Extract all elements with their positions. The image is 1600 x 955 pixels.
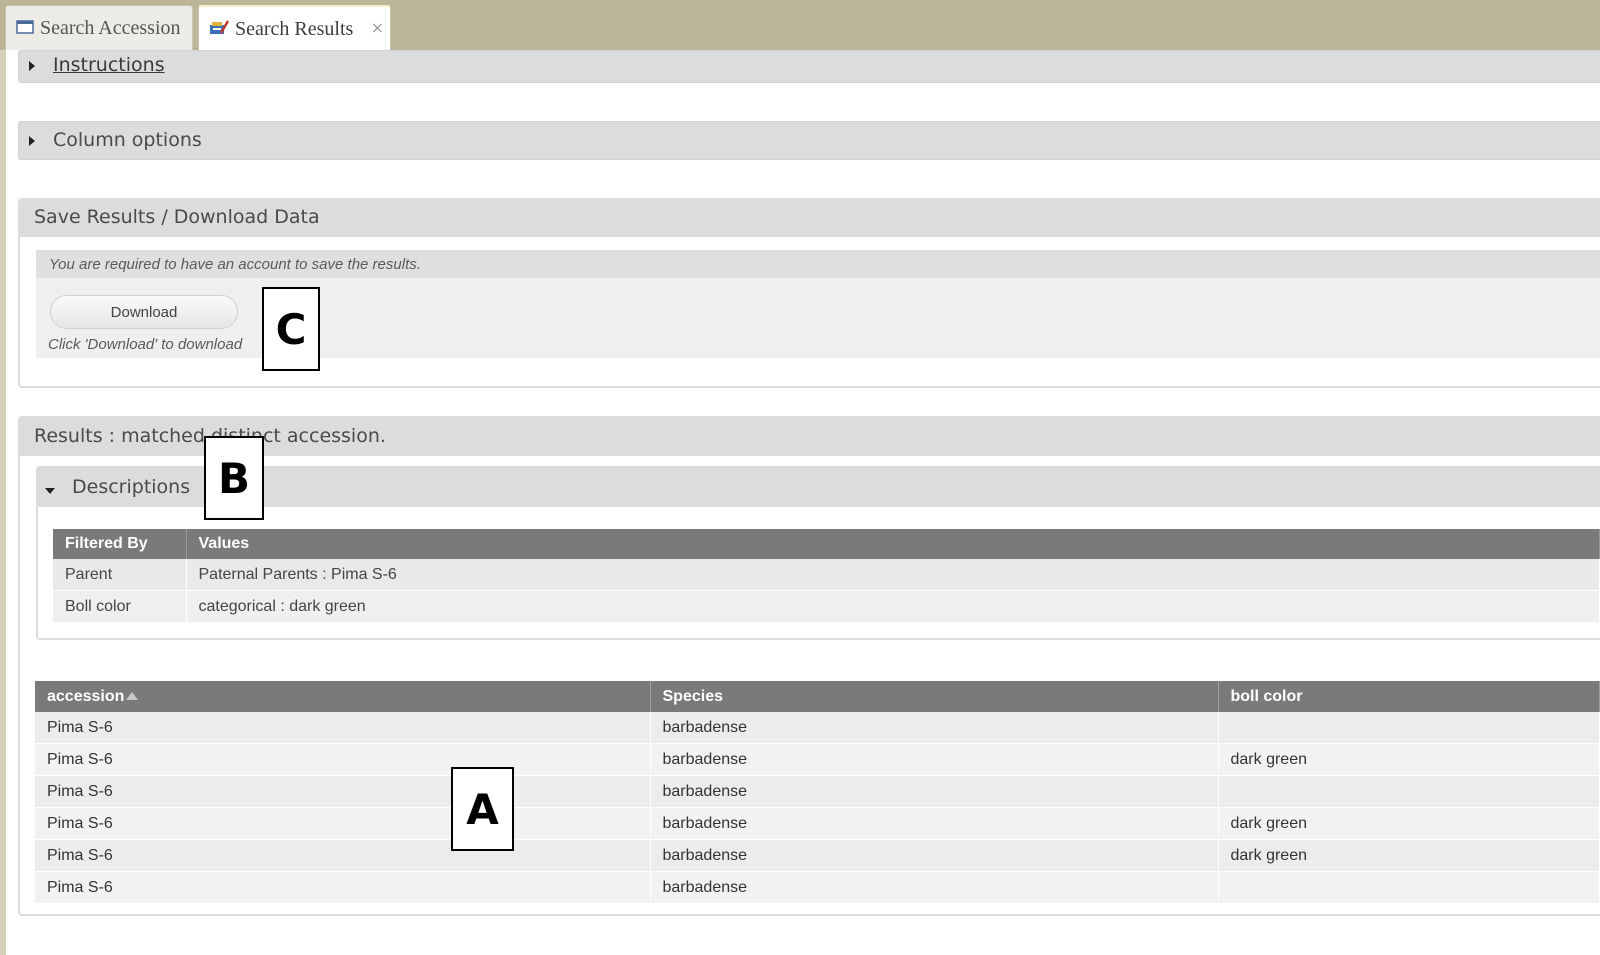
boll-color-cell	[1218, 775, 1600, 808]
boll-color-cell: dark green	[1218, 743, 1600, 776]
column-header-species[interactable]: Species	[650, 681, 1219, 712]
instructions-link[interactable]: Instructions	[53, 54, 165, 76]
pane-border	[0, 50, 6, 955]
species-cell: barbadense	[650, 839, 1219, 872]
table-row[interactable]: Pima S-6 barbadense	[35, 775, 1600, 808]
filter-name: Parent	[53, 559, 187, 591]
table-row[interactable]: Pima S-6 barbadense dark green	[35, 807, 1600, 840]
column-header-accession[interactable]: accession	[35, 681, 651, 712]
tab-label: Search Accession	[40, 16, 181, 39]
accession-cell: Pima S-6	[35, 871, 651, 904]
filter-value: Paternal Parents : Pima S-6	[186, 559, 1600, 591]
expand-arrow-icon[interactable]	[29, 61, 35, 71]
filter-description-table: Filtered By Values Parent Paternal Paren…	[53, 529, 1600, 623]
species-cell: barbadense	[650, 871, 1219, 904]
table-row[interactable]: Pima S-6 barbadense	[35, 712, 1600, 744]
download-button[interactable]: Download	[50, 295, 238, 329]
table-row[interactable]: Pima S-6 barbadense dark green	[35, 839, 1600, 872]
species-cell: barbadense	[650, 775, 1219, 808]
expand-arrow-icon[interactable]	[29, 136, 35, 146]
instructions-bar[interactable]: Instructions	[18, 50, 1600, 83]
annotation-label-b: B	[204, 436, 264, 520]
tab-search-accession[interactable]: Search Accession	[5, 5, 193, 50]
column-header-label: accession	[47, 687, 125, 705]
panel-header: Save Results / Download Data	[20, 200, 1600, 237]
column-header: Values	[186, 529, 1600, 559]
table-row: Parent Paternal Parents : Pima S-6	[53, 559, 1600, 591]
species-cell: barbadense	[650, 807, 1219, 840]
accession-cell: Pima S-6	[35, 775, 651, 808]
tab-search-results[interactable]: Search Results ×	[198, 5, 391, 51]
results-table: accession Species boll color Pima S-6 ba…	[35, 681, 1600, 904]
filter-value: categorical : dark green	[186, 590, 1600, 623]
account-note: You are required to have an account to s…	[49, 256, 421, 273]
column-options-label: Column options	[53, 129, 202, 151]
annotation-label-a: A	[451, 767, 514, 851]
column-header: Filtered By	[53, 529, 187, 559]
filter-name: Boll color	[53, 590, 187, 623]
collapse-arrow-icon[interactable]	[45, 488, 55, 494]
accession-cell: Pima S-6	[35, 807, 651, 840]
save-results-panel: Save Results / Download Data You are req…	[18, 198, 1600, 388]
accession-cell: Pima S-6	[35, 743, 651, 776]
column-header-boll-color[interactable]: boll color	[1218, 681, 1600, 712]
window-icon	[16, 17, 34, 40]
table-row[interactable]: Pima S-6 barbadense dark green	[35, 743, 1600, 776]
boll-color-cell	[1218, 712, 1600, 744]
table-row: Boll color categorical : dark green	[53, 590, 1600, 623]
accession-cell: Pima S-6	[35, 839, 651, 872]
descriptions-label: Descriptions	[72, 476, 191, 498]
close-icon[interactable]: ×	[371, 18, 384, 37]
tab-label: Search Results	[235, 17, 354, 40]
descriptions-header[interactable]: Descriptions	[38, 468, 1600, 507]
annotation-label-c: C	[262, 287, 320, 371]
boll-color-cell	[1218, 871, 1600, 904]
sort-ascending-icon[interactable]	[126, 692, 139, 701]
results-icon	[209, 18, 230, 41]
species-cell: barbadense	[650, 743, 1219, 776]
boll-color-cell: dark green	[1218, 807, 1600, 840]
column-options-bar[interactable]: Column options	[18, 121, 1600, 160]
tab-bar: Search Accession Search Results ×	[0, 0, 1600, 51]
account-note-strip: You are required to have an account to s…	[36, 250, 1600, 278]
boll-color-cell: dark green	[1218, 839, 1600, 872]
download-hint: Click 'Download' to download	[48, 336, 243, 353]
save-panel-title: Save Results / Download Data	[34, 206, 320, 228]
species-cell: barbadense	[650, 712, 1219, 744]
table-row[interactable]: Pima S-6 barbadense	[35, 871, 1600, 904]
accession-cell: Pima S-6	[35, 712, 651, 744]
app-window: Search Accession Search Results × Instru…	[0, 0, 1600, 955]
